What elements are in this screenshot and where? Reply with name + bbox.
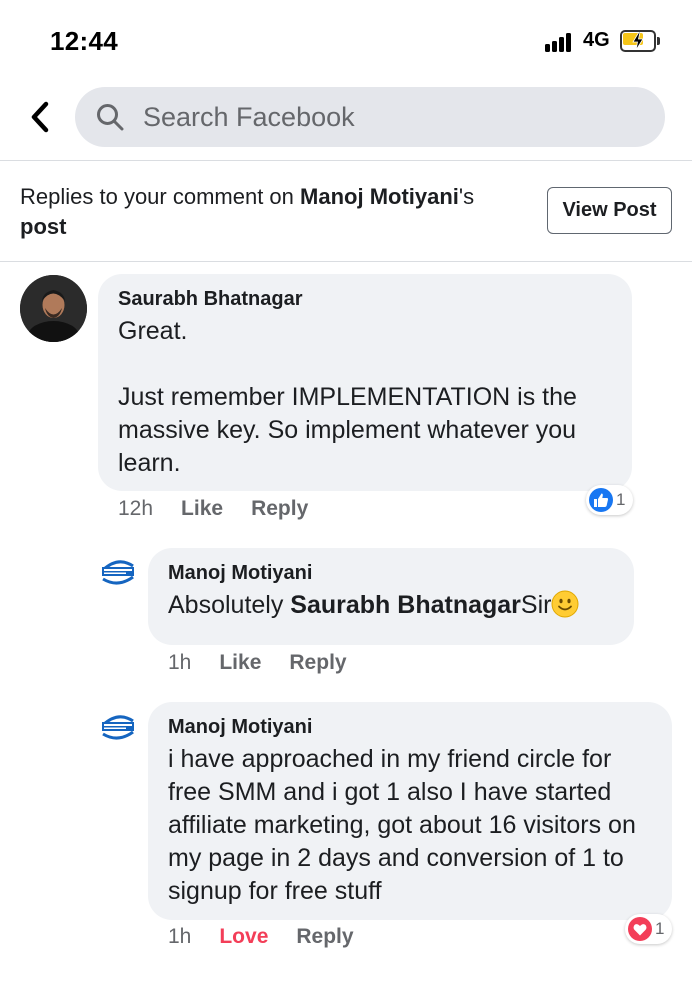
avatar[interactable]	[20, 275, 87, 342]
reply-button[interactable]: Reply	[289, 651, 346, 675]
like-icon	[589, 488, 613, 512]
reply-button[interactable]: Reply	[251, 497, 308, 521]
context-post-word: post	[20, 214, 67, 239]
status-time: 12:44	[50, 26, 118, 56]
reaction-count: 1	[616, 490, 626, 509]
network-type: 4G	[583, 29, 610, 51]
comment-bubble: Saurabh Bhatnagar Great. Just remember I…	[98, 274, 632, 491]
replies-context: Replies to your comment on Manoj Motiyan…	[20, 182, 530, 242]
avatar[interactable]	[99, 552, 137, 590]
reply-text-prefix: Absolutely	[168, 591, 291, 619]
like-button[interactable]: Like	[219, 651, 261, 675]
search-input[interactable]	[143, 87, 643, 147]
context-suffix: 's	[458, 184, 475, 209]
reaction-count: 1	[655, 919, 665, 938]
reply-bubble: Manoj Motiyani i have approached in my f…	[148, 702, 672, 920]
reply-text-suffix: Sir	[520, 591, 552, 619]
post-owner-name[interactable]: Manoj Motiyani	[300, 184, 459, 209]
comment-text: Great. Just remember IMPLEMENTATION is t…	[118, 317, 577, 477]
header-divider	[0, 160, 692, 161]
search-header	[0, 80, 692, 160]
back-button[interactable]	[22, 94, 58, 140]
search-bar[interactable]	[75, 87, 665, 147]
battery-charging-icon	[620, 30, 660, 52]
comment-actions: 1h Like Reply	[168, 651, 347, 675]
comment-author[interactable]: Saurabh Bhatnagar	[118, 288, 612, 311]
comment-actions: 12h Like Reply	[118, 497, 308, 521]
comment-author[interactable]: Manoj Motiyani	[168, 562, 614, 585]
comment-text: i have approached in my friend circle fo…	[168, 745, 636, 905]
chevron-left-icon	[31, 101, 49, 133]
context-divider	[0, 261, 692, 262]
mention-link[interactable]: Saurabh Bhatnagar	[290, 591, 521, 619]
comment-time[interactable]: 1h	[168, 651, 191, 675]
reaction-badge[interactable]: 1	[586, 485, 634, 515]
comment-time[interactable]: 12h	[118, 497, 153, 521]
reaction-badge[interactable]: 1	[625, 914, 673, 944]
comment-actions: 1h Love Reply	[168, 925, 354, 949]
reply-button[interactable]: Reply	[296, 925, 353, 949]
comment-author[interactable]: Manoj Motiyani	[168, 716, 652, 739]
avatar[interactable]	[99, 707, 137, 745]
reply-bubble: Manoj Motiyani Absolutely Saurabh Bhatna…	[148, 548, 634, 645]
comment-text: Absolutely Saurabh BhatnagarSir	[168, 589, 614, 622]
smiley-emoji	[551, 590, 579, 618]
love-icon	[628, 917, 652, 941]
love-button[interactable]: Love	[219, 925, 268, 949]
context-prefix: Replies to your comment on	[20, 184, 301, 209]
status-bar: 12:44 4G	[0, 0, 692, 80]
signal-icon	[545, 32, 577, 52]
search-icon	[97, 104, 124, 131]
like-button[interactable]: Like	[181, 497, 223, 521]
comment-time[interactable]: 1h	[168, 925, 191, 949]
view-post-button[interactable]: View Post	[547, 187, 672, 234]
